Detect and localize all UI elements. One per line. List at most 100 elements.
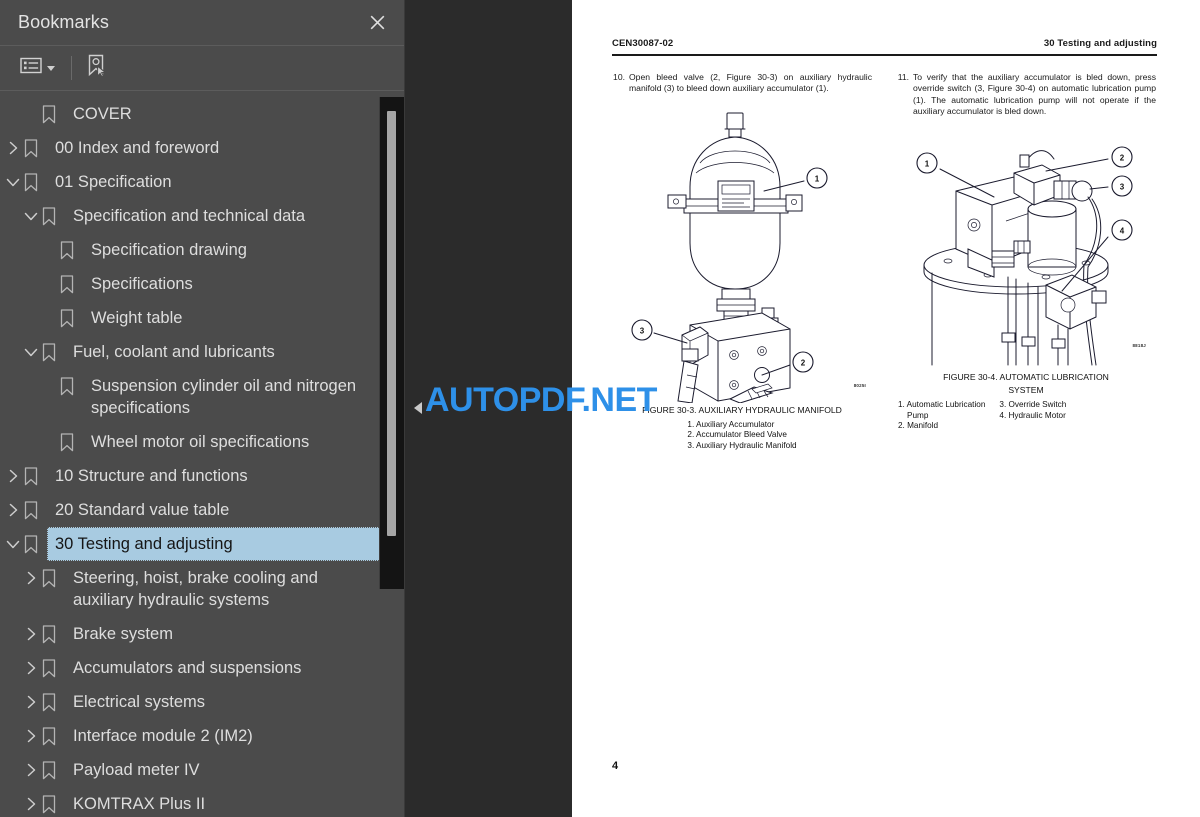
bookmark-item[interactable]: Specification drawing [0,233,381,267]
bookmark-icon [60,233,82,267]
bookmarks-panel: Bookmarks COVER 00 Index and foreword 01… [0,0,405,817]
chevron-right-icon[interactable] [20,753,42,787]
bookmark-item[interactable]: Weight table [0,301,381,335]
bookmarks-scrollbar-thumb[interactable] [387,111,396,536]
chevron-right-icon[interactable] [20,561,42,595]
bookmark-icon [42,199,64,233]
chevron-right-icon[interactable] [20,719,42,753]
legend-item: 3. Override Switch [999,400,1067,410]
twisty-placeholder [20,97,42,131]
bookmark-options-button[interactable] [18,53,57,83]
collapse-left-triangle-icon[interactable] [411,398,425,418]
chevron-right-icon[interactable] [20,685,42,719]
step-text: To verify that the auxiliary accumulator… [913,72,1156,116]
bookmark-label: 00 Index and foreword [55,139,220,157]
bookmark-label: Weight table [91,309,183,327]
figure-30-3-legend: 1. Auxiliary Accumulator 2. Accumulator … [612,420,872,452]
chevron-right-icon[interactable] [2,131,24,165]
chevron-right-icon[interactable] [20,617,42,651]
bookmark-icon [42,787,64,817]
legend-item: 2. Manifold [898,421,939,431]
header-rule [612,54,1157,56]
figure-30-3-illustration: 1 2 3 [631,112,828,403]
bookmark-item[interactable]: Suspension cylinder oil and nitrogen spe… [0,369,381,425]
chevron-right-icon[interactable] [20,787,42,817]
procedure-step-10: 10. Open bleed valve (2, Figure 30-3) on… [612,72,872,95]
bookmark-label: 10 Structure and functions [55,467,248,485]
bookmark-label: Suspension cylinder oil and nitrogen spe… [91,377,357,417]
pdf-viewer-window: Bookmarks COVER 00 Index and foreword 01… [0,0,1200,817]
chevron-down-icon[interactable] [20,335,42,369]
bookmark-item[interactable]: KOMTRAX Plus II [0,787,381,817]
bookmark-label: KOMTRAX Plus II [73,795,206,813]
bookmark-icon [60,267,82,301]
legend-item: 3. Auxiliary Hydraulic Manifold [687,440,797,450]
chevron-down-icon[interactable] [20,199,42,233]
figure-30-3: 1 2 3 8025I [612,103,872,403]
legend-item: 1. Automatic Lubrication [898,400,986,410]
figure-30-4-legend: 1. Automatic Lubrication Pump 2. Manifol… [896,400,1156,432]
bookmark-item[interactable]: Steering, hoist, brake cooling and auxil… [0,561,381,617]
right-column: 11. To verify that the auxiliary accumul… [896,72,1156,451]
bookmark-item[interactable]: 00 Index and foreword [0,131,381,165]
bookmark-item[interactable]: 10 Structure and functions [0,459,381,493]
bookmark-icon [42,753,64,787]
bookmark-item[interactable]: Payload meter IV [0,753,381,787]
step-number: 10. [613,72,625,82]
bookmark-item[interactable]: Fuel, coolant and lubricants [0,335,381,369]
bookmark-item[interactable]: Interface module 2 (IM2) [0,719,381,753]
bookmarks-panel-header: Bookmarks [0,0,404,46]
chevron-right-icon[interactable] [2,493,24,527]
chevron-right-icon[interactable] [20,651,42,685]
bookmark-label: Fuel, coolant and lubricants [73,343,275,361]
chevron-right-icon[interactable] [2,459,24,493]
bookmark-item[interactable]: COVER [0,97,381,131]
bookmark-icon [60,301,82,335]
legend-item: 4. Hydraulic Motor [999,410,1066,420]
list-options-icon [20,57,42,79]
chevron-down-icon[interactable] [2,527,24,561]
bookmark-label: Accumulators and suspensions [73,659,302,677]
procedure-step-11: 11. To verify that the auxiliary accumul… [896,72,1156,117]
legend-item-continuation: Pump [898,411,985,422]
figure-30-3-caption: FIGURE 30-3. AUXILIARY HYDRAULIC MANIFOL… [642,404,842,415]
bookmark-item[interactable]: Wheel motor oil specifications [0,425,381,459]
new-bookmark-button[interactable] [84,53,110,83]
page-number: 4 [612,760,619,772]
bookmark-item[interactable]: 20 Standard value table [0,493,381,527]
bookmark-label: Wheel motor oil specifications [91,433,310,451]
bookmark-item[interactable]: 01 Specification [0,165,381,199]
chevron-down-icon[interactable] [2,165,24,199]
legend-column-2: 3. Override Switch 4. Hydraulic Motor [999,400,1066,432]
bookmark-item[interactable]: Brake system [0,617,381,651]
bookmark-item[interactable]: Electrical systems [0,685,381,719]
figure-30-4: 1 2 3 4 8818J [896,125,1156,370]
bookmark-icon [42,617,64,651]
bookmark-item[interactable]: 30 Testing and adjusting [0,527,381,561]
bookmark-icon [42,97,64,131]
bookmark-item[interactable]: Specifications [0,267,381,301]
legend-column-1: 1. Automatic Lubrication Pump 2. Manifol… [898,400,985,432]
figure-30-4-illustration: 1 2 3 4 [916,146,1133,366]
bookmark-label: Steering, hoist, brake cooling and auxil… [73,569,318,609]
bookmark-label: Interface module 2 (IM2) [73,727,253,745]
twisty-placeholder [38,301,60,335]
twisty-placeholder [38,267,60,301]
twisty-placeholder [38,425,60,459]
close-icon[interactable] [364,10,390,36]
bookmark-label: Specification drawing [91,241,247,259]
header-document-code: CEN30087-02 [612,38,674,49]
header-section-title: 30 Testing and adjusting [1043,38,1157,49]
bookmark-label: Specifications [91,275,193,293]
bookmark-item[interactable]: Specification and technical data [0,199,381,233]
bookmarks-scrollbar[interactable] [379,97,404,589]
svg-text:1: 1 [815,174,820,183]
svg-text:2: 2 [801,358,806,367]
pdf-page[interactable]: CEN30087-02 30 Testing and adjusting 10.… [572,0,1200,817]
legend-item: 2. Accumulator Bleed Valve [687,430,787,440]
bookmark-label: COVER [73,105,132,123]
bookmark-icon [60,369,82,403]
bookmarks-tree-container: COVER 00 Index and foreword 01 Specificati… [0,91,404,817]
bookmark-item[interactable]: Accumulators and suspensions [0,651,381,685]
bookmark-icon [42,719,64,753]
